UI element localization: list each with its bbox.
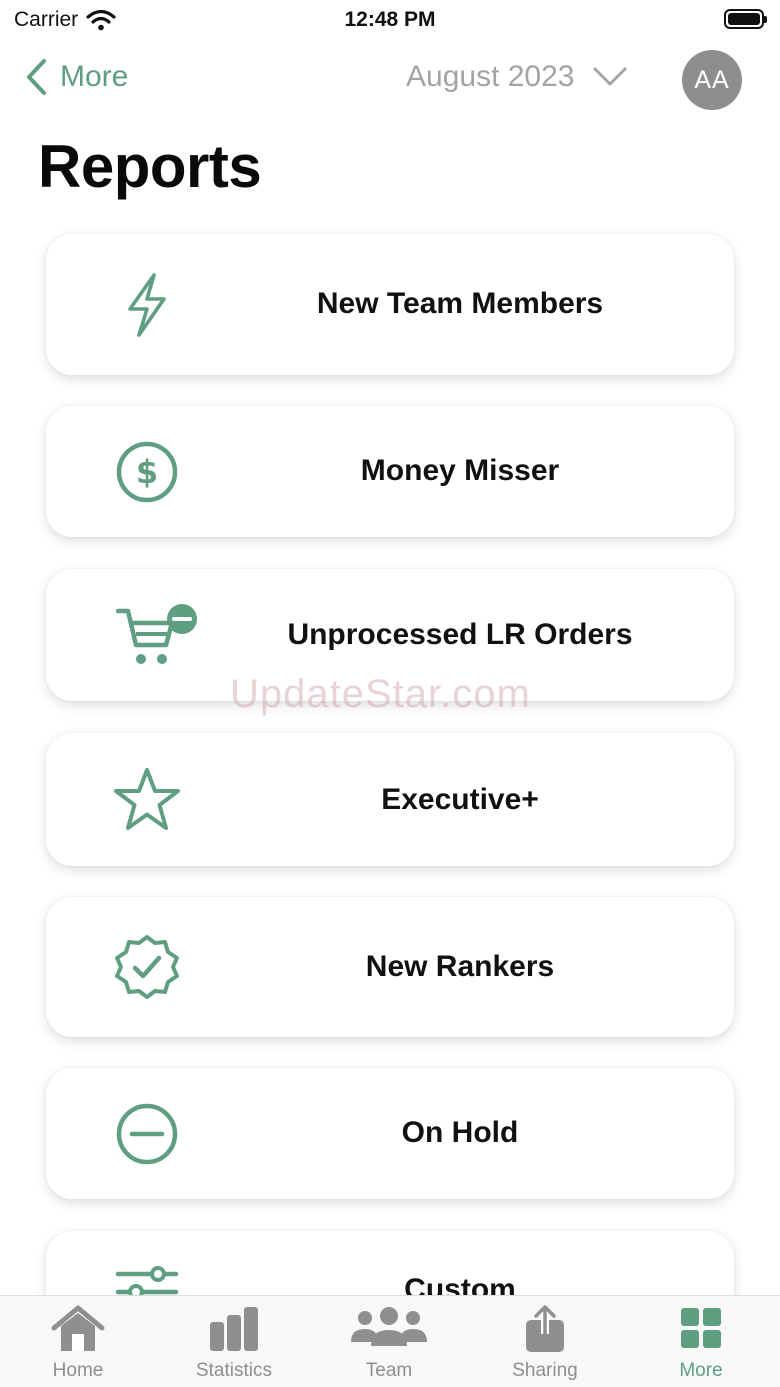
reports-list: Reports New Team Members $ Money Misser [0,0,780,1295]
tab-team[interactable]: Team [311,1304,467,1387]
minus-circle-icon [114,1101,180,1167]
report-on-hold[interactable]: On Hold [46,1068,734,1199]
report-label: Unprocessed LR Orders [287,618,633,651]
tab-bar: Home Statistics Team Sharing More [0,1295,780,1387]
tab-label: More [679,1360,723,1381]
tab-label: Home [52,1360,104,1381]
tab-label: Sharing [512,1360,578,1381]
report-label: New Team Members [316,287,604,320]
bar-chart-icon [210,1307,258,1351]
team-icon [351,1307,427,1346]
badge-check-icon [114,934,180,1000]
report-new-team-members[interactable]: New Team Members [46,234,734,375]
report-label: On Hold [401,1116,519,1149]
report-label: New Rankers [365,950,555,983]
page-title: Reports [38,133,262,200]
svg-text:$: $ [136,453,158,491]
report-executive-plus[interactable]: Executive+ [46,733,734,866]
tab-home[interactable]: Home [0,1304,156,1387]
report-money-misser[interactable]: $ Money Misser [46,406,734,537]
tab-label: Team [365,1360,413,1381]
share-icon [526,1305,564,1352]
report-label: Money Misser [360,454,560,487]
home-icon [51,1305,105,1351]
report-label: Executive+ [381,783,539,816]
report-new-rankers[interactable]: New Rankers [46,897,734,1037]
tab-statistics[interactable]: Statistics [156,1304,312,1387]
tab-label: Statistics [195,1360,273,1381]
watermark: UpdateStar.com [230,672,531,716]
star-icon [114,767,180,833]
sliders-icon [114,1264,180,1295]
lightning-icon [114,272,180,338]
tab-more[interactable]: More [623,1304,779,1387]
dollar-circle-icon: $ [114,439,180,505]
report-label: Custom [404,1273,516,1295]
grid-icon [681,1308,721,1348]
report-custom[interactable]: Custom [46,1231,734,1295]
tab-sharing[interactable]: Sharing [467,1304,623,1387]
